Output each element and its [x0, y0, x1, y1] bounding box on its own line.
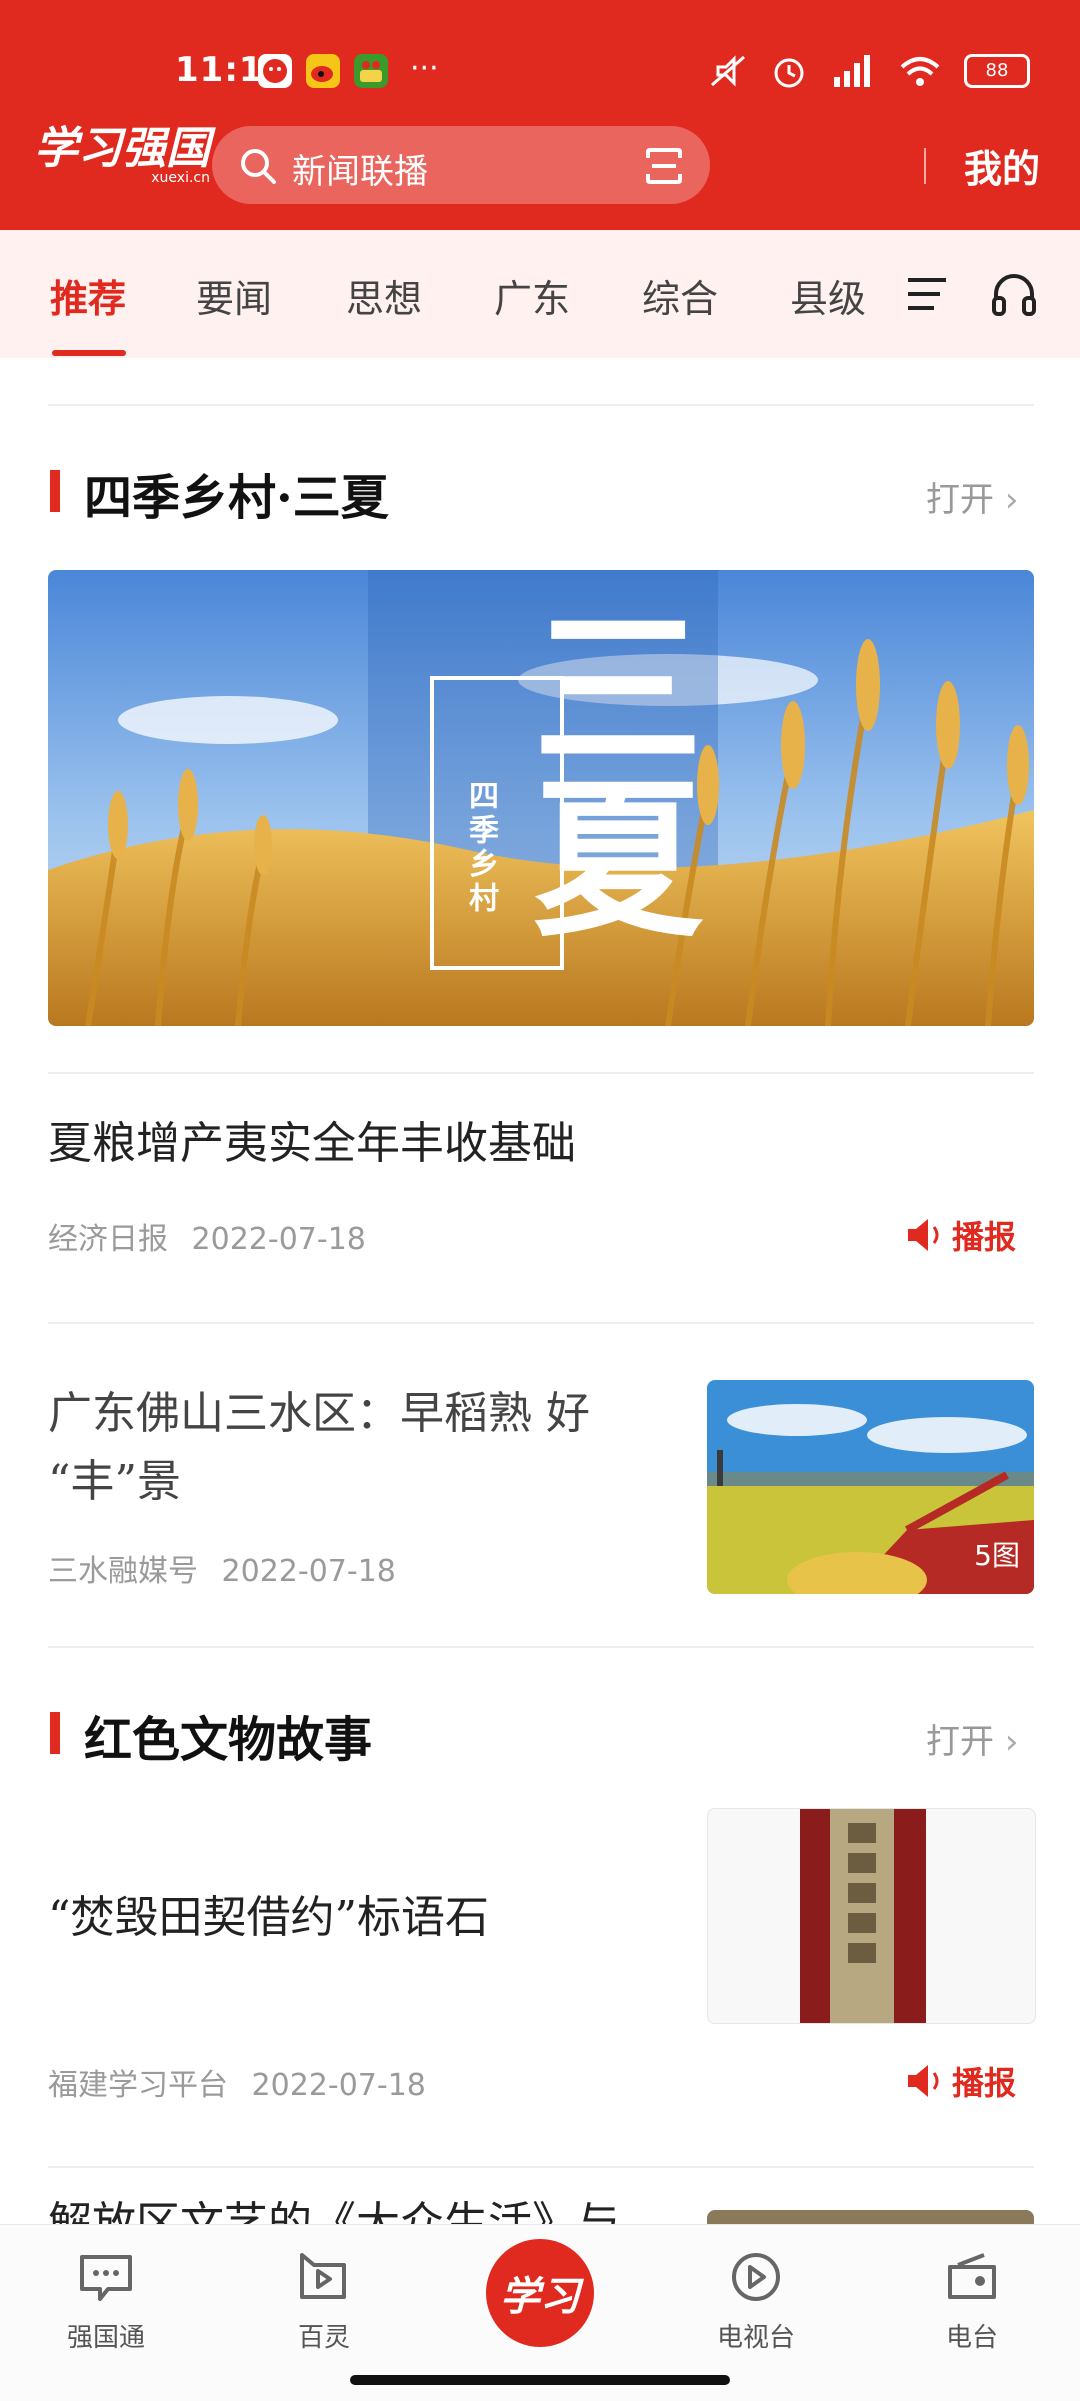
- article-thumbnail[interactable]: [707, 1808, 1036, 2024]
- logo-text: 学习强国: [34, 123, 210, 174]
- tab-recommend[interactable]: 推荐: [50, 268, 126, 323]
- battery-indicator: 88: [964, 54, 1030, 88]
- article-source: 三水融媒号: [48, 1554, 198, 1589]
- article-meta: 三水融媒号 2022-07-18: [48, 1546, 396, 1590]
- article-date: 2022-07-18: [191, 1222, 366, 1257]
- article-title: 解放区文艺的《大众生活》与: [48, 2200, 648, 2224]
- play-circle-icon: [732, 2253, 780, 2301]
- tab-headlines[interactable]: 要闻: [196, 268, 272, 323]
- section-title: 红色文物故事: [84, 1712, 373, 1768]
- nav-label: 强国通: [66, 2323, 145, 2353]
- open-label: 打开: [926, 480, 994, 520]
- broadcast-button[interactable]: 播报: [904, 2058, 1016, 2104]
- section-title: 四季乡村·三夏: [84, 470, 389, 526]
- app-notification-icon: [258, 54, 292, 88]
- chevron-right-icon: ›: [1004, 480, 1019, 520]
- game-app-icon: [354, 54, 388, 88]
- tab-thought[interactable]: 思想: [346, 268, 422, 323]
- nav-qiangguotong[interactable]: 强国通: [36, 2251, 176, 2354]
- list-item[interactable]: 夏粮增产夷实全年丰收基础 经济日报 2022-07-18 播报: [48, 1110, 1034, 1290]
- nav-label: 电台: [945, 2323, 998, 2353]
- mute-icon: [711, 55, 745, 87]
- speaker-icon: [908, 2065, 939, 2097]
- nav-center-label: 学习: [500, 2273, 580, 2320]
- app-logo[interactable]: 学习强国 xuexi.cn: [34, 123, 210, 187]
- nav-xuexi-center[interactable]: 学习: [486, 2239, 594, 2347]
- banner-big-text: 三夏: [503, 600, 703, 940]
- section-marker: [50, 470, 60, 512]
- article-title-line: 广东佛山三水区：早稻熟 好: [48, 1388, 590, 1439]
- header-divider: [924, 148, 926, 184]
- article-thumbnail[interactable]: 5图: [707, 1380, 1034, 1594]
- section-marker: [50, 1712, 60, 1754]
- nav-tv[interactable]: 电视台: [686, 2251, 826, 2354]
- nav-bailing[interactable]: 百灵: [254, 2251, 394, 2354]
- divider: [48, 1072, 1034, 1074]
- chevron-right-icon: ›: [1004, 1722, 1019, 1762]
- broadcast-label: 播报: [952, 1218, 1017, 1256]
- list-item[interactable]: 解放区文艺的《大众生活》与: [48, 2200, 1034, 2224]
- divider: [48, 1646, 1034, 1648]
- article-title: 广东佛山三水区：早稻熟 好 “丰”景: [48, 1380, 648, 1516]
- article-title: “焚毁田契借约”标语石: [48, 1892, 489, 1943]
- status-system-icons: 88: [708, 52, 1030, 90]
- broadcast-button[interactable]: 播报: [904, 1212, 1016, 1258]
- chat-bubble-icon: [80, 2255, 132, 2301]
- section-open-link[interactable]: 打开 ›: [926, 472, 1018, 521]
- article-source: 经济日报: [48, 1222, 168, 1257]
- article-source: 福建学习平台: [48, 2068, 228, 2103]
- mine-button[interactable]: 我的: [964, 138, 1040, 193]
- article-meta: 经济日报 2022-07-18: [48, 1214, 366, 1258]
- active-tab-indicator: [52, 350, 126, 356]
- image-count-badge: 5图: [974, 1539, 1020, 1572]
- broadcast-label: 播报: [952, 2064, 1017, 2102]
- status-app-icons: ···: [258, 54, 439, 88]
- menu-icon[interactable]: [906, 274, 948, 314]
- search-icon: [241, 149, 276, 184]
- speaker-icon: [908, 1219, 939, 1251]
- nav-label: 百灵: [297, 2323, 350, 2353]
- open-label: 打开: [926, 1722, 994, 1762]
- status-more: ···: [410, 51, 439, 86]
- article-title: 夏粮增产夷实全年丰收基础: [48, 1118, 576, 1169]
- channel-tabs: 推荐 要闻 思想 广东 综合 县级: [0, 230, 1080, 358]
- wifi-icon: [900, 57, 940, 86]
- search-placeholder: 新闻联播: [292, 152, 428, 192]
- tab-guangdong[interactable]: 广东: [494, 268, 570, 323]
- article-date: 2022-07-18: [221, 1554, 396, 1589]
- headphones-icon[interactable]: [990, 270, 1038, 318]
- scan-icon[interactable]: [644, 146, 684, 186]
- divider: [48, 404, 1034, 406]
- list-item[interactable]: “焚毁田契借约”标语石 福建学习平台 2022-07-18 播报: [48, 1808, 1036, 2108]
- cellular-signal-icon: [834, 55, 870, 87]
- article-meta: 福建学习平台 2022-07-18: [48, 2060, 426, 2104]
- weibo-icon: [306, 54, 340, 88]
- article-thumbnail[interactable]: [707, 2210, 1034, 2224]
- home-indicator: [350, 2375, 730, 2385]
- search-bar[interactable]: 新闻联播: [212, 126, 710, 204]
- radio-icon: [948, 2253, 996, 2299]
- divider: [48, 2166, 1034, 2168]
- app-header: 11:13 ··· 88 学习强国 xuexi.cn 新闻联播 我的: [0, 0, 1080, 230]
- section-banner-image[interactable]: 三夏 四季乡村: [48, 570, 1034, 1026]
- tab-county[interactable]: 县级: [790, 268, 870, 323]
- play-box-icon: [300, 2253, 346, 2299]
- nav-label: 电视台: [716, 2323, 795, 2353]
- alarm-icon: [774, 58, 804, 88]
- list-item[interactable]: 广东佛山三水区：早稻熟 好 “丰”景 三水融媒号 2022-07-18 5图: [48, 1380, 1034, 1600]
- stone-tablet-photo: [800, 1809, 926, 2023]
- banner-small-text: 四季乡村: [463, 780, 498, 916]
- article-date: 2022-07-18: [251, 2068, 426, 2103]
- section-open-link[interactable]: 打开 ›: [926, 1714, 1018, 1763]
- article-title-line: “丰”景: [48, 1456, 181, 1508]
- nav-radio[interactable]: 电台: [902, 2251, 1042, 2354]
- tab-general[interactable]: 综合: [642, 268, 718, 323]
- divider: [48, 1322, 1034, 1324]
